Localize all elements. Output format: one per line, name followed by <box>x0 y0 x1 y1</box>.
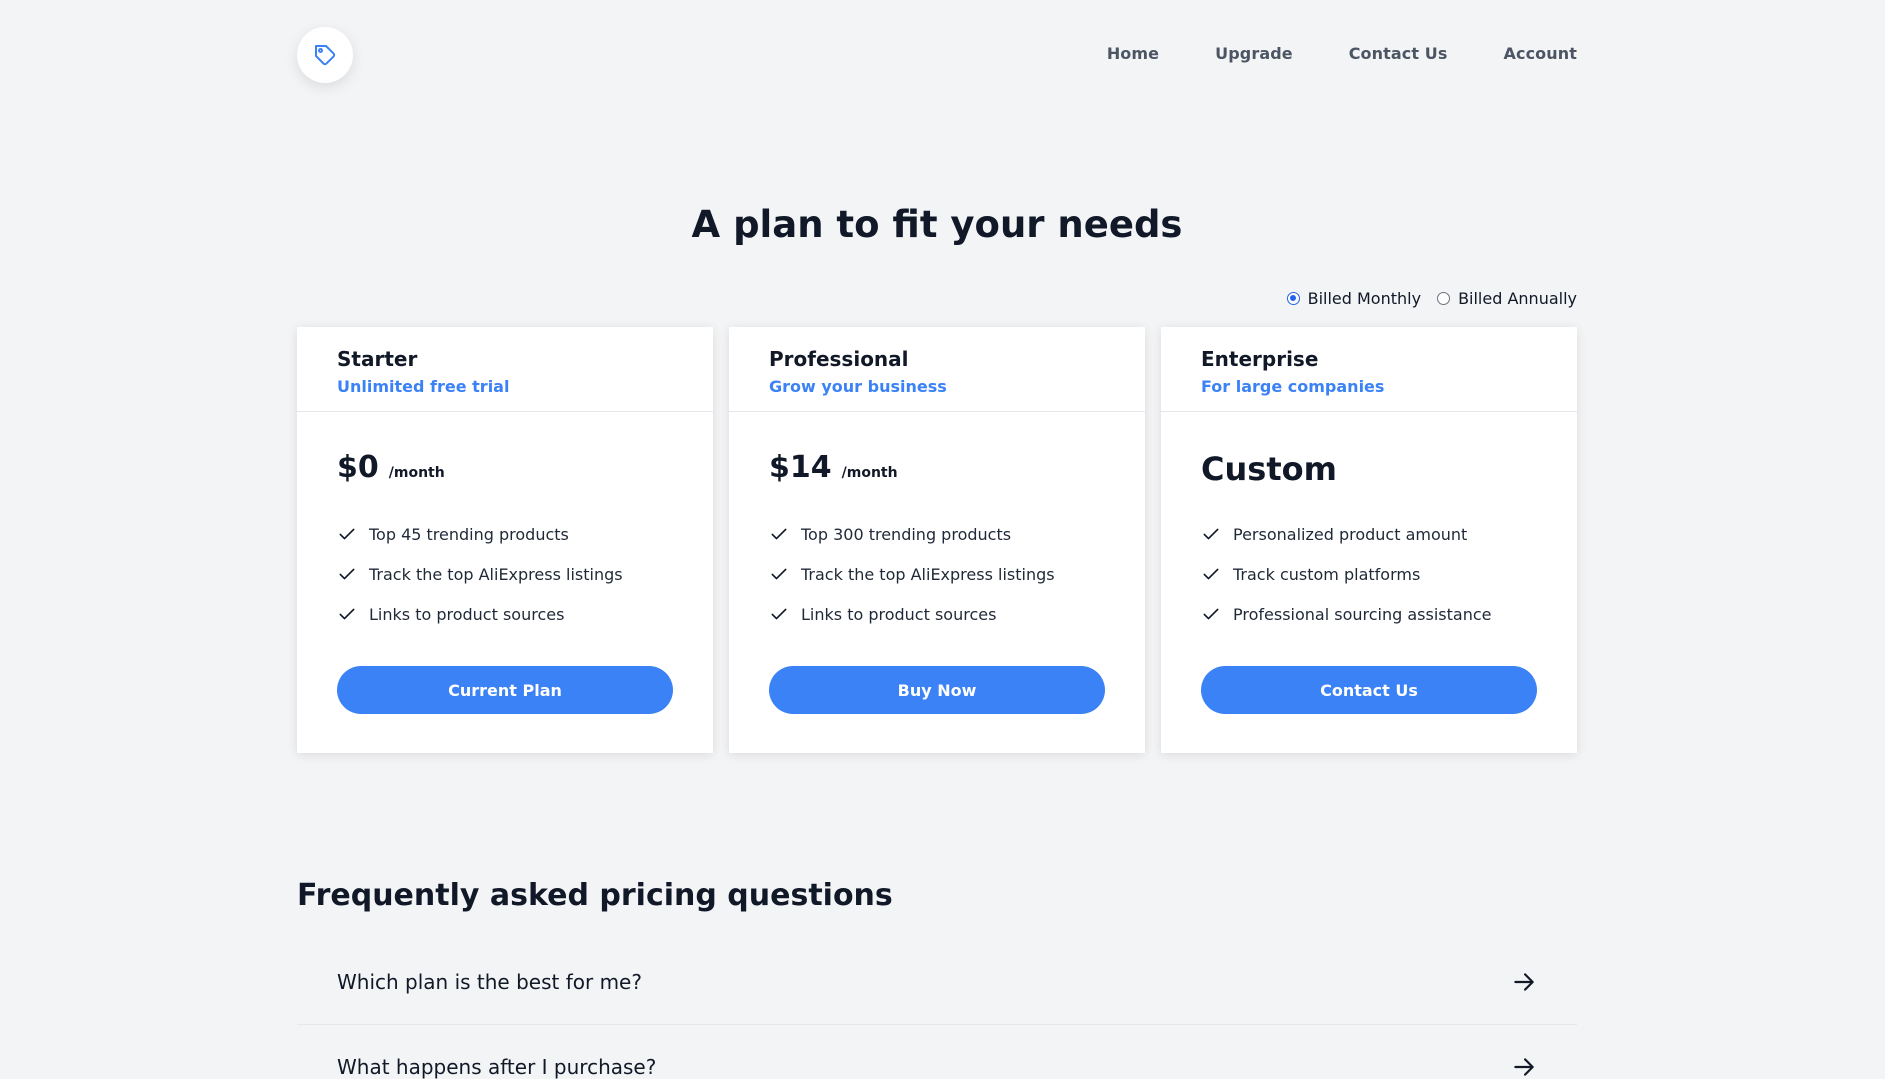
feature-text: Links to product sources <box>801 604 997 624</box>
feature-item: Professional sourcing assistance <box>1201 594 1537 634</box>
billing-toggle: Billed Monthly Billed Annually <box>1286 289 1577 308</box>
feature-text: Track custom platforms <box>1233 564 1421 584</box>
faq-question: Which plan is the best for me? <box>337 970 642 994</box>
plan-card-starter: Starter Unlimited free trial $0 /month T… <box>297 327 713 753</box>
check-icon <box>339 608 355 620</box>
faq-list: Which plan is the best for me? What happ… <box>297 940 1577 1079</box>
current-plan-button[interactable]: Current Plan <box>337 666 673 714</box>
top-nav: Home Upgrade Contact Us Account <box>1107 44 1577 63</box>
plan-period: /month <box>388 465 445 481</box>
plan-price: Custom <box>1201 450 1337 488</box>
check-icon <box>771 568 787 580</box>
feature-item: Personalized product amount <box>1201 514 1537 554</box>
faq-title: Frequently asked pricing questions <box>297 878 893 913</box>
feature-text: Links to product sources <box>369 604 565 624</box>
plan-card-enterprise: Enterprise For large companies Custom Pe… <box>1161 327 1577 753</box>
arrow-right-icon[interactable] <box>1511 969 1537 995</box>
feature-list: Personalized product amount Track custom… <box>1201 514 1537 634</box>
plan-card-header: Enterprise For large companies <box>1161 327 1577 412</box>
check-icon <box>1203 528 1219 540</box>
price-row: Custom <box>1201 450 1537 490</box>
feature-text: Top 300 trending products <box>801 524 1012 544</box>
feature-item: Top 300 trending products <box>769 514 1105 554</box>
plan-subtitle: Unlimited free trial <box>337 377 510 396</box>
plan-card-body: $14 /month Top 300 trending products Tra… <box>729 412 1145 714</box>
plan-name: Starter <box>337 347 418 371</box>
billed-monthly-radio[interactable] <box>1286 292 1300 305</box>
price-row: $0 /month <box>337 450 673 490</box>
faq-item[interactable]: What happens after I purchase? <box>297 1025 1577 1079</box>
plan-name: Professional <box>769 347 909 371</box>
feature-text: Personalized product amount <box>1233 524 1468 544</box>
logo-button[interactable] <box>297 27 353 83</box>
plan-subtitle: Grow your business <box>769 377 947 396</box>
check-icon <box>339 528 355 540</box>
billed-monthly-option[interactable]: Billed Monthly <box>1286 289 1422 308</box>
plan-card-header: Professional Grow your business <box>729 327 1145 412</box>
feature-text: Track the top AliExpress listings <box>369 564 623 584</box>
check-icon <box>1203 608 1219 620</box>
pricing-page: Home Upgrade Contact Us Account A plan t… <box>0 0 1885 1079</box>
plan-card-body: $0 /month Top 45 trending products Track… <box>297 412 713 714</box>
feature-text: Top 45 trending products <box>369 524 569 544</box>
plan-period: /month <box>841 465 898 481</box>
billed-annually-option[interactable]: Billed Annually <box>1437 289 1577 308</box>
nav-contact-us[interactable]: Contact Us <box>1349 44 1448 63</box>
plan-price: $14 <box>769 450 832 485</box>
plan-subtitle: For large companies <box>1201 377 1385 396</box>
nav-upgrade[interactable]: Upgrade <box>1215 44 1293 63</box>
feature-list: Top 300 trending products Track the top … <box>769 514 1105 634</box>
feature-text: Professional sourcing assistance <box>1233 604 1492 624</box>
feature-item: Links to product sources <box>337 594 673 634</box>
faq-item[interactable]: Which plan is the best for me? <box>297 940 1577 1025</box>
price-row: $14 /month <box>769 450 1105 490</box>
plan-card-header: Starter Unlimited free trial <box>297 327 713 412</box>
check-icon <box>339 568 355 580</box>
page-title: A plan to fit your needs <box>691 203 1183 246</box>
feature-item: Track the top AliExpress listings <box>337 554 673 594</box>
arrow-right-icon[interactable] <box>1511 1054 1537 1079</box>
plan-price: $0 <box>337 450 379 485</box>
plan-card-professional: Professional Grow your business $14 /mon… <box>729 327 1145 753</box>
feature-list: Top 45 trending products Track the top A… <box>337 514 673 634</box>
billed-annually-radio[interactable] <box>1437 292 1451 305</box>
billed-monthly-label: Billed Monthly <box>1307 289 1422 308</box>
feature-item: Links to product sources <box>769 594 1105 634</box>
nav-account[interactable]: Account <box>1504 44 1577 63</box>
tag-icon <box>315 45 336 66</box>
faq-question: What happens after I purchase? <box>337 1055 657 1079</box>
plan-name: Enterprise <box>1201 347 1319 371</box>
nav-home[interactable]: Home <box>1107 44 1159 63</box>
contact-us-button[interactable]: Contact Us <box>1201 666 1537 714</box>
check-icon <box>1203 568 1219 580</box>
buy-now-button[interactable]: Buy Now <box>769 666 1105 714</box>
check-icon <box>771 528 787 540</box>
billed-annually-label: Billed Annually <box>1458 289 1577 308</box>
feature-item: Track the top AliExpress listings <box>769 554 1105 594</box>
feature-text: Track the top AliExpress listings <box>801 564 1055 584</box>
check-icon <box>771 608 787 620</box>
feature-item: Track custom platforms <box>1201 554 1537 594</box>
plan-card-body: Custom Personalized product amount Track… <box>1161 412 1577 714</box>
feature-item: Top 45 trending products <box>337 514 673 554</box>
plan-cards: Starter Unlimited free trial $0 /month T… <box>297 327 1577 753</box>
